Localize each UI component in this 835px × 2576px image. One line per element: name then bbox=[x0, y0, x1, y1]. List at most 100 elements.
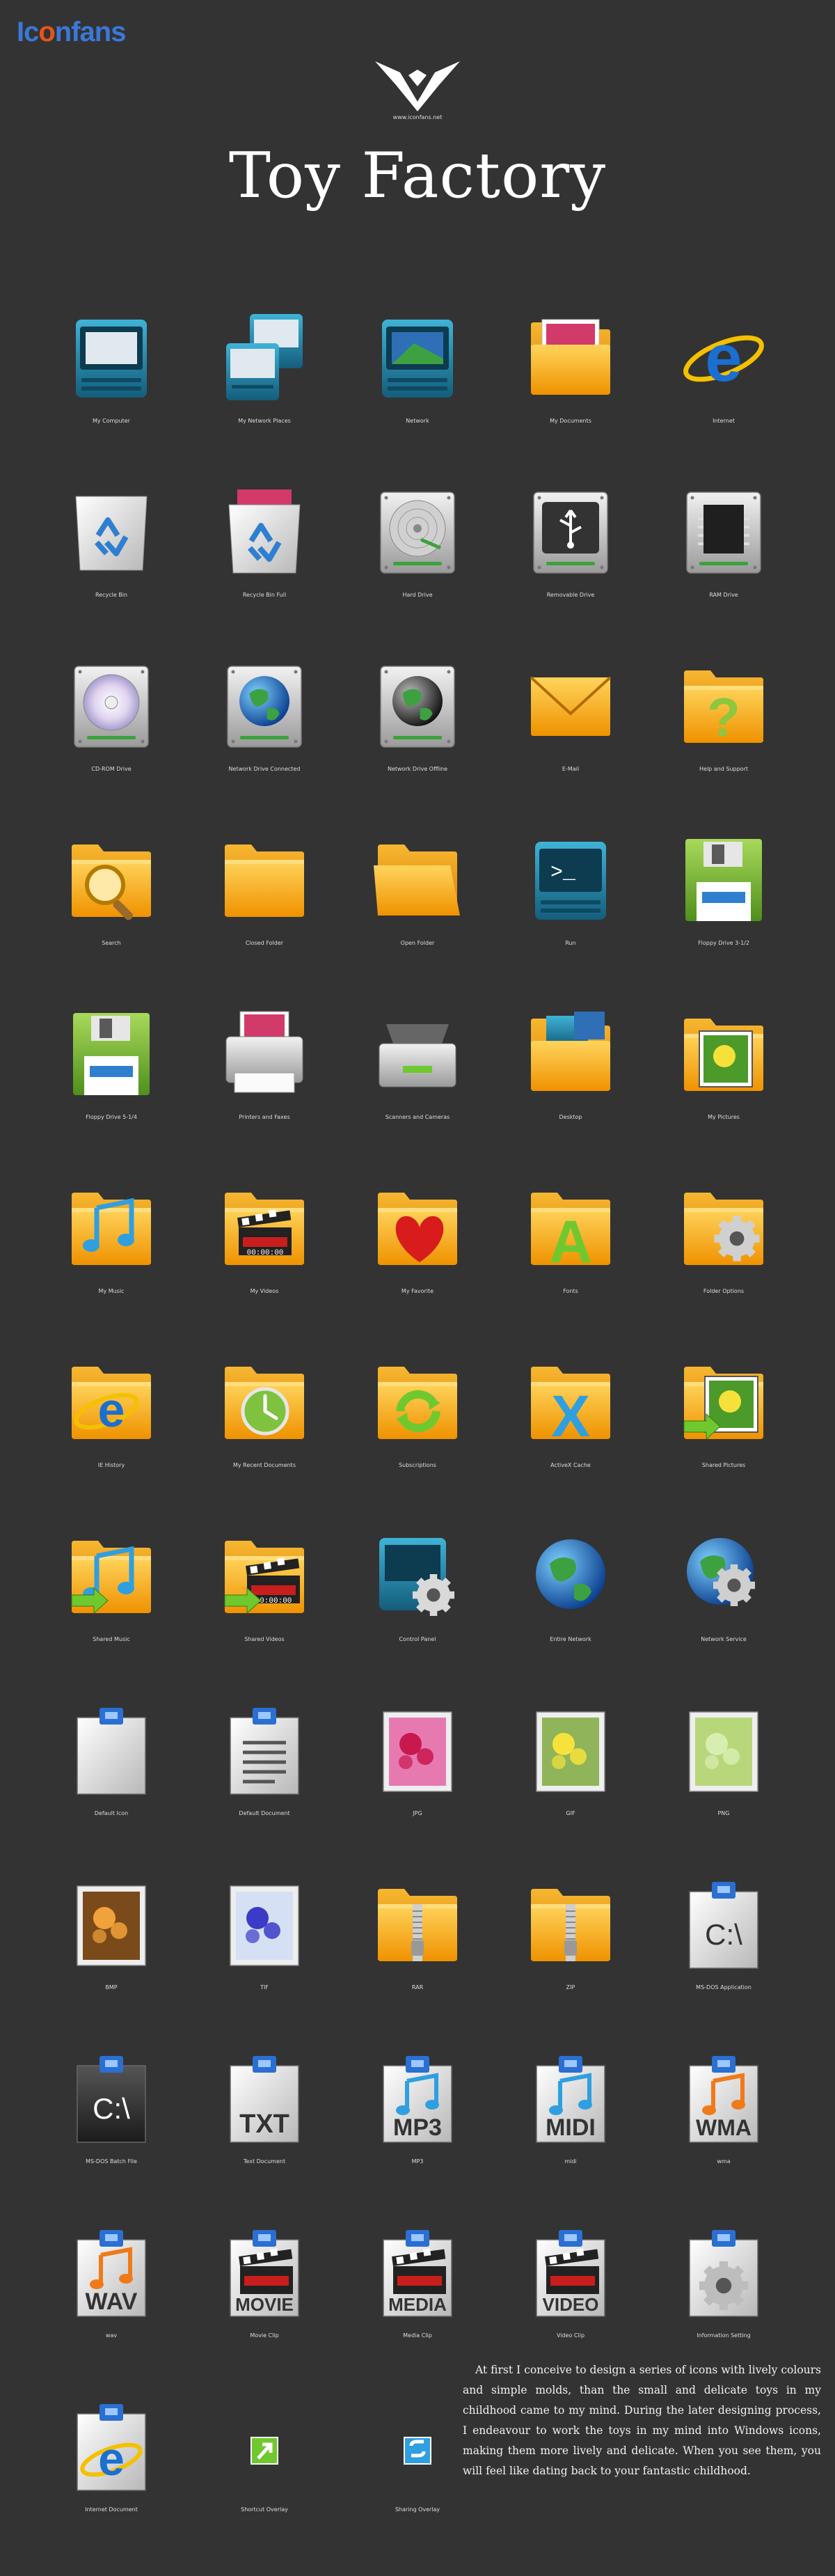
icon-tile: Network Drive Offline bbox=[341, 654, 494, 828]
icon-tile: Entire Network bbox=[494, 1525, 647, 1699]
icon-tile: C:\ MS-DOS Batch File bbox=[35, 2047, 188, 2221]
icon-tile: Hard Drive bbox=[341, 480, 494, 654]
icon-label: Subscriptions bbox=[399, 1462, 436, 1468]
icon-label: Video Clip bbox=[556, 2332, 585, 2339]
icon-tile: Default Document bbox=[188, 1699, 341, 1873]
folder-x-icon: X bbox=[525, 1351, 616, 1455]
icon-label: Shortcut Overlay bbox=[241, 2506, 288, 2513]
icon-label: My Videos bbox=[250, 1288, 279, 1294]
icon-label: Network bbox=[406, 418, 429, 424]
folder-video-share-icon: 00:00:00 bbox=[219, 1525, 310, 1629]
globe-gear-icon bbox=[678, 1525, 769, 1629]
icon-tile: My Pictures bbox=[647, 1003, 800, 1177]
clip-movie-icon: MOVIE bbox=[219, 2221, 310, 2325]
clip-video-icon: VIDEO bbox=[525, 2221, 616, 2325]
icon-label: ActiveX Cache bbox=[550, 1462, 591, 1468]
photo-blue-icon bbox=[219, 1873, 310, 1977]
icon-label: Recycle Bin bbox=[95, 592, 128, 598]
icon-label: Information Setting bbox=[697, 2332, 751, 2339]
icon-tile: e IE History bbox=[35, 1351, 188, 1525]
icon-label: Movie Clip bbox=[250, 2332, 279, 2339]
icon-tile: Subscriptions bbox=[341, 1351, 494, 1525]
photo-yellow-icon bbox=[525, 1699, 616, 1803]
brand-text-1: Ic bbox=[17, 17, 39, 47]
icon-tile: Default Icon bbox=[35, 1699, 188, 1873]
svg-text:VIDEO: VIDEO bbox=[543, 2294, 599, 2315]
icon-tile: My Computer bbox=[35, 306, 188, 480]
icon-label: Scanners and Cameras bbox=[385, 1114, 450, 1120]
clip-blank-icon bbox=[66, 1699, 157, 1803]
icon-label: Network Drive Offline bbox=[387, 766, 448, 772]
icon-tile: Shared Pictures bbox=[647, 1351, 800, 1525]
description: At first I conceive to design a series o… bbox=[463, 2364, 821, 2477]
folder-music-icon bbox=[66, 1177, 157, 1281]
clip-wav-icon: WAV bbox=[66, 2221, 157, 2325]
folder-question-icon: ? bbox=[678, 654, 769, 759]
icon-tile: My Documents bbox=[494, 306, 647, 480]
clip-wma-icon: WMA bbox=[678, 2047, 769, 2151]
icon-tile: MP3 MP3 bbox=[341, 2047, 494, 2221]
icon-label: Floppy Drive 5-1/4 bbox=[86, 1114, 137, 1120]
floppy-icon bbox=[66, 1003, 157, 1107]
overlay-share-icon bbox=[372, 2395, 463, 2499]
icon-tile: Control Panel bbox=[341, 1525, 494, 1699]
icon-label: Media Clip bbox=[403, 2332, 432, 2339]
icon-label: midi bbox=[564, 2158, 577, 2165]
icon-label: My Recent Documents bbox=[233, 1462, 296, 1468]
folder-heart-icon bbox=[372, 1177, 463, 1281]
folder-music-share-icon bbox=[66, 1525, 157, 1629]
icon-label: MP3 bbox=[411, 2158, 424, 2165]
icon-tile: PNG bbox=[647, 1699, 800, 1873]
icon-tile: X ActiveX Cache bbox=[494, 1351, 647, 1525]
icon-tile: Closed Folder bbox=[188, 828, 341, 1003]
drive-chip-icon bbox=[678, 480, 769, 585]
folder-ie-icon: e bbox=[66, 1351, 157, 1455]
icon-tile: Floppy Drive 3-1/2 bbox=[647, 828, 800, 1003]
icon-label: My Favorite bbox=[401, 1288, 434, 1294]
clip-ie-icon: e bbox=[66, 2395, 157, 2499]
svg-text:e: e bbox=[98, 1383, 125, 1437]
recycle-empty-icon bbox=[66, 480, 157, 585]
icon-tile: Network bbox=[341, 306, 494, 480]
icon-label: RAM Drive bbox=[709, 592, 738, 598]
iconfans-logo: Iconfans bbox=[17, 17, 126, 48]
icon-label: TIF bbox=[260, 1984, 269, 1990]
recycle-full-icon bbox=[219, 480, 310, 585]
floppy-icon bbox=[678, 828, 769, 933]
icon-label: IE History bbox=[97, 1462, 125, 1468]
photo-pink-icon bbox=[372, 1699, 463, 1803]
icon-tile: TIF bbox=[188, 1873, 341, 2047]
icon-tile: My Favorite bbox=[341, 1177, 494, 1351]
monitor-globe-icon bbox=[372, 306, 463, 411]
drive-disk-icon bbox=[372, 480, 463, 585]
icon-tile: My Network Places bbox=[188, 306, 341, 480]
icon-tile: 00:00:00 Shared Videos bbox=[188, 1525, 341, 1699]
icon-label: PNG bbox=[717, 1810, 730, 1816]
page-title: Toy Factory bbox=[228, 139, 607, 212]
icon-tile: ZIP bbox=[494, 1873, 647, 2047]
icon-label: wav bbox=[105, 2332, 118, 2339]
icon-tile: Open Folder bbox=[341, 828, 494, 1003]
icon-tile: e Internet bbox=[647, 306, 800, 480]
icon-label: MS-DOS Application bbox=[696, 1984, 752, 1990]
icon-label: Internet bbox=[713, 418, 735, 424]
icon-label: Floppy Drive 3-1/2 bbox=[698, 940, 749, 946]
folder-zip-icon bbox=[372, 1873, 463, 1977]
clip-txt-icon: TXT bbox=[219, 2047, 310, 2151]
icon-tile: GIF bbox=[494, 1699, 647, 1873]
icon-tile: Network Drive Connected bbox=[188, 654, 341, 828]
printer-icon bbox=[219, 1003, 310, 1107]
icon-tile: Removable Drive bbox=[494, 480, 647, 654]
monitor-pair-icon bbox=[219, 306, 310, 411]
icon-label: Default Icon bbox=[94, 1810, 129, 1816]
folder-zip-icon bbox=[525, 1873, 616, 1977]
clip-midi-icon: MIDI bbox=[525, 2047, 616, 2151]
svg-text:MIDI: MIDI bbox=[546, 2114, 596, 2141]
icon-label: MS-DOS Batch File bbox=[86, 2158, 137, 2165]
icon-tile: Floppy Drive 5-1/4 bbox=[35, 1003, 188, 1177]
ie-globe-icon: e bbox=[678, 306, 769, 411]
logo-caption: www.iconfans.net bbox=[392, 114, 443, 120]
svg-text:WMA: WMA bbox=[696, 2115, 752, 2140]
icon-tile: Shortcut Overlay bbox=[188, 2395, 341, 2569]
icon-label: Entire Network bbox=[550, 1636, 591, 1642]
